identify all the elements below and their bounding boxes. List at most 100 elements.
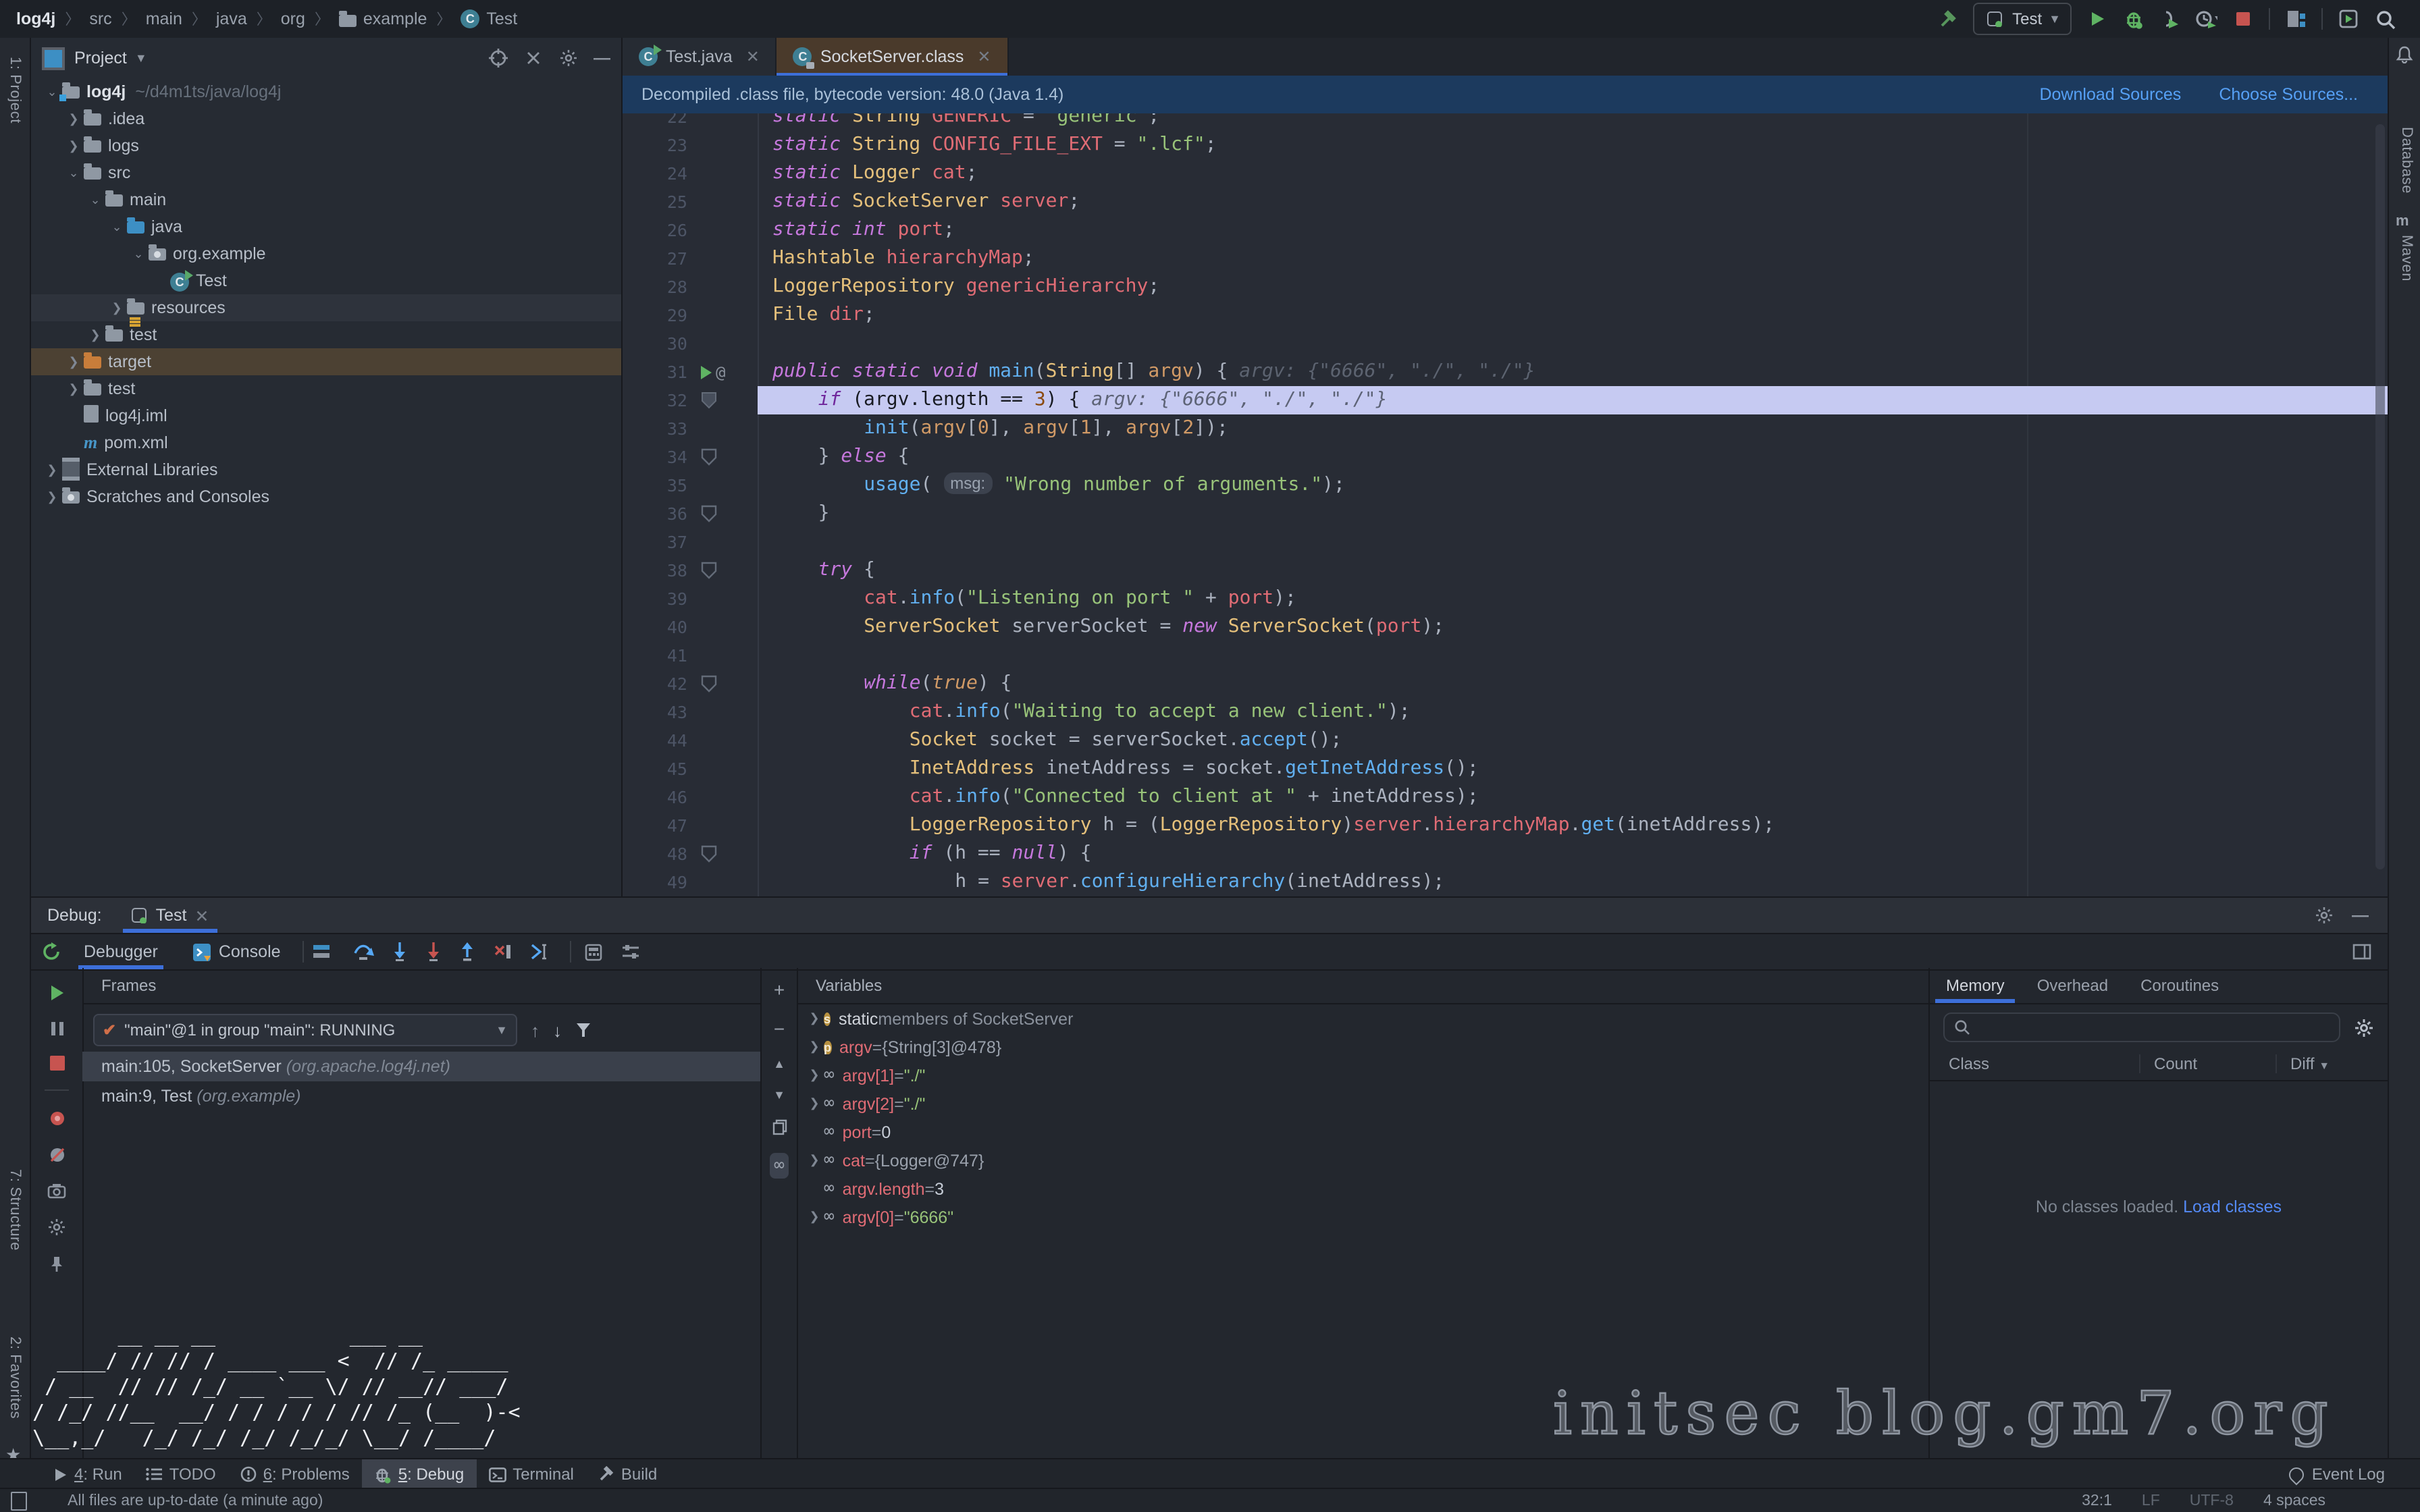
pin-icon[interactable]	[49, 1256, 65, 1273]
editor-tab[interactable]: CTest.java✕	[623, 38, 777, 76]
breadcrumb-item[interactable]: example	[339, 9, 427, 28]
memory-tab-memory[interactable]: Memory	[1930, 968, 2021, 1003]
code-line-36[interactable]: 36}	[623, 500, 2388, 528]
settings-gear-icon[interactable]	[47, 1218, 66, 1237]
frame-up-icon[interactable]: ↑	[531, 1020, 540, 1040]
close-icon[interactable]: ✕	[746, 47, 760, 66]
tree-item-test[interactable]: CTest	[31, 267, 621, 294]
tool-stripe-structure[interactable]: 7: Structure	[7, 1169, 23, 1251]
close-icon[interactable]: ✕	[195, 905, 209, 925]
close-icon[interactable]: ✕	[977, 47, 991, 66]
code-line-26[interactable]: 26static int port;	[623, 216, 2388, 244]
choose-sources-link[interactable]: Choose Sources...	[2219, 85, 2358, 104]
code-line-38[interactable]: 38try {	[623, 556, 2388, 585]
code-line-42[interactable]: 42while(true) {	[623, 670, 2388, 698]
settings-gear-icon[interactable]	[2314, 906, 2333, 925]
variable-row[interactable]: ❯∞argv[2] = "./"	[797, 1089, 1928, 1118]
code-line-40[interactable]: 40ServerSocket serverSocket = new Server…	[623, 613, 2388, 641]
caret-position[interactable]: 32:1	[2082, 1493, 2112, 1509]
code-line-22[interactable]: 22static String GENERIC = "generic";	[623, 113, 2388, 131]
maven-icon[interactable]: m	[2396, 213, 2409, 230]
breadcrumb-item[interactable]: main	[146, 9, 182, 28]
code-line-47[interactable]: 47LoggerRepository h = (LoggerRepository…	[623, 811, 2388, 840]
tree-item-logs[interactable]: ❯logs	[31, 132, 621, 159]
view-options-icon[interactable]	[621, 944, 640, 960]
tree-item-log4j[interactable]: ⌄log4j~/d4m1ts/java/log4j	[31, 78, 621, 105]
restore-layout-icon[interactable]	[2352, 944, 2371, 960]
memory-tab-overhead[interactable]: Overhead	[2021, 968, 2124, 1003]
tree-item-resources[interactable]: ❯resources	[31, 294, 621, 321]
variable-row[interactable]: ❯sstatic members of SocketServer	[797, 1004, 1928, 1033]
remove-watch-icon[interactable]: −	[774, 1018, 785, 1040]
code-line-24[interactable]: 24static Logger cat;	[623, 159, 2388, 188]
run-anything-icon[interactable]	[2338, 8, 2359, 30]
attach-profiler-button[interactable]	[2159, 8, 2181, 30]
view-breakpoints-icon[interactable]	[48, 1110, 65, 1127]
toolwindow-button-terminal[interactable]: Terminal	[476, 1459, 586, 1489]
drop-frame-icon[interactable]	[493, 942, 512, 961]
line-ending[interactable]: LF	[2142, 1493, 2160, 1509]
variable-row[interactable]: ❯∞cat = {Logger@747}	[797, 1146, 1928, 1174]
code-line-43[interactable]: 43cat.info("Waiting to accept a new clie…	[623, 698, 2388, 726]
code-line-49[interactable]: 49h = server.configureHierarchy(inetAddr…	[623, 868, 2388, 896]
code-line-46[interactable]: 46cat.info("Connected to client at " + i…	[623, 783, 2388, 811]
search-icon[interactable]	[2374, 8, 2396, 30]
tree-item-target[interactable]: ❯target	[31, 348, 621, 375]
resume-icon[interactable]	[48, 984, 65, 1002]
code-line-35[interactable]: 35usage( msg: "Wrong number of arguments…	[623, 471, 2388, 500]
add-watch-icon[interactable]: +	[774, 979, 785, 1000]
breadcrumb-item[interactable]: src	[89, 9, 111, 28]
code-line-45[interactable]: 45InetAddress inetAddress = socket.getIn…	[623, 755, 2388, 783]
editor[interactable]: 22static String GENERIC = "generic";23st…	[623, 113, 2388, 896]
variable-row[interactable]: ❯pargv = {String[3]@478}	[797, 1033, 1928, 1061]
code-line-48[interactable]: 48if (h == null) {	[623, 840, 2388, 868]
step-over-icon[interactable]	[352, 942, 374, 961]
toolwindow-button-todo[interactable]: TODO	[134, 1459, 228, 1489]
breadcrumb-item[interactable]: log4j	[16, 9, 55, 28]
code-line-25[interactable]: 25static SocketServer server;	[623, 188, 2388, 216]
breadcrumb[interactable]: log4j〉src〉main〉java〉org〉example〉CTest	[0, 8, 517, 30]
stop-button[interactable]	[2232, 8, 2254, 30]
indent-setting[interactable]: 4 spaces	[2263, 1493, 2325, 1509]
tree-item-java[interactable]: ⌄java	[31, 213, 621, 240]
step-into-icon[interactable]	[392, 942, 408, 961]
code-line-32[interactable]: 32if (argv.length == 3) { argv: {"6666",…	[623, 386, 2388, 414]
evaluate-expression-icon[interactable]	[585, 943, 602, 961]
tree-item-src[interactable]: ⌄src	[31, 159, 621, 186]
code-line-34[interactable]: 34} else {	[623, 443, 2388, 471]
debug-session-tab[interactable]: Test ✕	[124, 898, 217, 933]
tree-item-external-libraries[interactable]: ❯External Libraries	[31, 456, 621, 483]
force-step-into-icon[interactable]	[425, 942, 442, 961]
layout-options-icon[interactable]	[312, 944, 331, 960]
tab-console[interactable]: Console	[180, 934, 294, 969]
column-class[interactable]: Class	[1930, 1054, 2139, 1073]
tree-item-scratches-and-consoles[interactable]: ❯Scratches and Consoles	[31, 483, 621, 510]
hide-panel-icon[interactable]: —	[2352, 906, 2369, 925]
project-view-title[interactable]: Project	[74, 49, 127, 68]
tree-item-org-example[interactable]: ⌄org.example	[31, 240, 621, 267]
editor-scrollbar[interactable]	[2375, 124, 2385, 869]
toolwindow-button-6-problems[interactable]: 6: Problems	[228, 1459, 362, 1489]
code-line-37[interactable]: 37	[623, 528, 2388, 556]
tool-stripe-favorites[interactable]: 2: Favorites	[7, 1336, 23, 1419]
column-count[interactable]: Count	[2139, 1054, 2276, 1073]
build-hammer-icon[interactable]	[1937, 8, 1958, 30]
memory-snapshot-icon[interactable]	[47, 1183, 66, 1199]
rerun-icon[interactable]	[42, 942, 62, 962]
hide-panel-icon[interactable]: —	[594, 49, 610, 68]
frame-down-icon[interactable]: ↓	[553, 1020, 562, 1040]
download-sources-link[interactable]: Download Sources	[2039, 85, 2181, 104]
tool-stripe-project[interactable]: 1: Project	[7, 57, 23, 124]
stop-icon[interactable]	[49, 1056, 64, 1071]
breadcrumb-item[interactable]: java	[216, 9, 247, 28]
tree-item-pom-xml[interactable]: mpom.xml	[31, 429, 621, 456]
code-line-27[interactable]: 27Hashtable hierarchyMap;	[623, 244, 2388, 273]
code-line-23[interactable]: 23static String CONFIG_FILE_EXT = ".lcf"…	[623, 131, 2388, 159]
move-down-icon[interactable]: ▼	[773, 1088, 785, 1102]
notifications-bell-icon[interactable]	[2396, 46, 2413, 63]
stack-frame[interactable]: main:105, SocketServer (org.apache.log4j…	[82, 1052, 760, 1081]
thread-selector[interactable]: ✔ "main"@1 in group "main": RUNNING ▼	[93, 1014, 517, 1046]
tree-item-main[interactable]: ⌄main	[31, 186, 621, 213]
column-diff[interactable]: Diff ▼	[2276, 1054, 2388, 1073]
code-line-28[interactable]: 28LoggerRepository genericHierarchy;	[623, 273, 2388, 301]
